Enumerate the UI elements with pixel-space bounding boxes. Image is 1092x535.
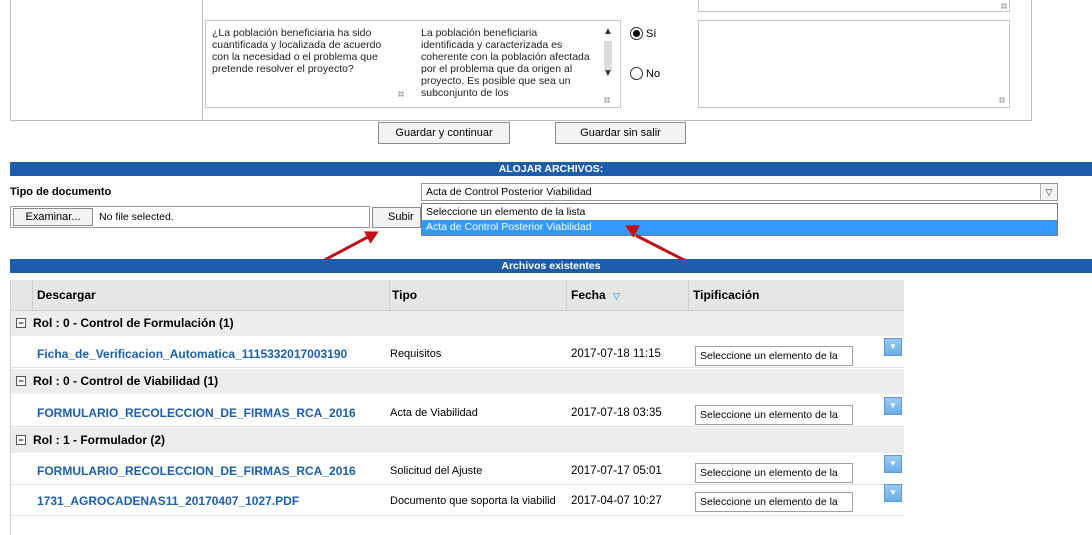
dropdown-option[interactable]: Seleccione un elemento de la lista	[422, 205, 1057, 220]
scroll-down-icon[interactable]: ▼	[601, 67, 615, 81]
previous-observation-box[interactable]	[698, 0, 1010, 12]
answer-scrollbar[interactable]: ▲ ▼	[599, 21, 620, 107]
chevron-down-icon[interactable]: ▼	[884, 397, 902, 415]
file-status: No file selected.	[99, 211, 174, 223]
doc-type-label: Tipo de documento	[10, 186, 112, 198]
question-text: ¿La población beneficiaria ha sido cuant…	[212, 27, 382, 75]
chevron-down-icon[interactable]: ▼	[884, 455, 902, 473]
group-title: Rol : 0 - Control de Formulación (1)	[33, 316, 234, 330]
browse-button[interactable]: Examinar...	[13, 208, 93, 226]
file-date: 2017-04-07 10:27	[571, 495, 662, 507]
answer-textarea[interactable]: La población beneficiaria identificada y…	[421, 27, 591, 107]
col-fecha-label: Fecha	[571, 288, 606, 302]
doc-type-dropdown[interactable]: Seleccione un elemento de la lista Acta …	[421, 203, 1058, 236]
scroll-up-icon[interactable]: ▲	[601, 25, 615, 39]
resize-grip-icon[interactable]	[398, 91, 404, 97]
grid-header: Descargar Tipo Fecha ▽ Tipificación	[11, 280, 904, 311]
radio-no[interactable]	[630, 67, 643, 80]
group-title: Rol : 0 - Control de Viabilidad (1)	[33, 374, 219, 388]
chevron-down-icon[interactable]: ▼	[884, 484, 902, 502]
chevron-down-icon[interactable]: ▼	[884, 338, 902, 356]
save-stay-button[interactable]: Guardar sin salir	[555, 122, 686, 144]
table-row: FORMULARIO_RECOLECCION_DE_FIRMAS_RCA_201…	[11, 454, 904, 485]
file-date: 2017-07-18 11:15	[571, 348, 661, 360]
col-fecha[interactable]: Fecha ▽	[569, 280, 689, 310]
dropdown-option-selected[interactable]: Acta de Control Posterior Viabilidad	[422, 220, 1057, 235]
radio-no-label: No	[646, 68, 661, 80]
file-input[interactable]: Examinar... No file selected.	[10, 206, 370, 228]
tipificacion-select[interactable]: Seleccione un elemento de la	[695, 405, 853, 425]
group-title: Rol : 1 - Formulador (2)	[33, 433, 165, 447]
radio-yes[interactable]	[630, 27, 643, 40]
question-left-column	[11, 0, 203, 121]
save-continue-button[interactable]: Guardar y continuar	[378, 122, 510, 144]
sort-desc-icon[interactable]: ▽	[613, 291, 620, 301]
file-date: 2017-07-18 03:35	[571, 407, 662, 419]
files-grid: Descargar Tipo Fecha ▽ Tipificación − Ro…	[10, 280, 904, 535]
table-row: 1731_AGROCADENAS11_20170407_1027.PDF Doc…	[11, 484, 904, 516]
files-banner: Archivos existentes	[10, 259, 1092, 273]
observation-textarea[interactable]	[698, 20, 1010, 108]
resize-grip-icon[interactable]	[1001, 3, 1007, 9]
col-descargar[interactable]: Descargar	[37, 280, 390, 310]
tipificacion-select[interactable]: Seleccione un elemento de la	[695, 346, 853, 366]
group-row[interactable]: − Rol : 0 - Control de Formulación (1)	[11, 311, 904, 336]
table-row: FORMULARIO_RECOLECCION_DE_FIRMAS_RCA_201…	[11, 395, 904, 427]
file-link[interactable]: FORMULARIO_RECOLECCION_DE_FIRMAS_RCA_201…	[37, 456, 389, 486]
file-date: 2017-07-17 05:01	[571, 465, 662, 477]
doc-type-value: Acta de Control Posterior Viabilidad	[426, 186, 592, 198]
file-type: Requisitos	[390, 348, 442, 360]
question-answer-box: ¿La población beneficiaria ha sido cuant…	[205, 20, 621, 108]
file-link[interactable]: 1731_AGROCADENAS11_20170407_1027.PDF	[37, 486, 389, 516]
upload-banner: ALOJAR ARCHIVOS:	[10, 162, 1092, 176]
group-row[interactable]: − Rol : 1 - Formulador (2)	[11, 428, 904, 453]
tipificacion-select[interactable]: Seleccione un elemento de la	[695, 492, 853, 512]
tipificacion-select[interactable]: Seleccione un elemento de la	[695, 463, 853, 483]
doc-type-select[interactable]: Acta de Control Posterior Viabilidad ▽	[421, 183, 1058, 201]
file-type: Documento que soporta la viabilid	[390, 495, 556, 507]
file-link[interactable]: FORMULARIO_RECOLECCION_DE_FIRMAS_RCA_201…	[37, 398, 389, 428]
file-type: Solicitud del Ajuste	[390, 465, 483, 477]
resize-grip-icon[interactable]	[999, 97, 1005, 103]
col-tipificacion[interactable]: Tipificación	[691, 280, 903, 310]
annotation-arrowhead-icon	[363, 225, 383, 244]
file-link[interactable]: Ficha_de_Verificacion_Automatica_1115332…	[37, 339, 389, 369]
radio-yes-label: Sí	[646, 28, 657, 40]
file-type: Acta de Viabilidad	[390, 407, 478, 419]
chevron-down-icon[interactable]: ▽	[1040, 184, 1057, 200]
resize-grip-icon[interactable]	[604, 97, 610, 103]
col-tipo[interactable]: Tipo	[390, 280, 567, 310]
upload-button[interactable]: Subir A	[372, 207, 421, 228]
collapse-icon[interactable]: −	[16, 376, 26, 386]
table-row: Ficha_de_Verificacion_Automatica_1115332…	[11, 337, 904, 368]
collapse-icon[interactable]: −	[16, 318, 26, 328]
collapse-icon[interactable]: −	[16, 435, 26, 445]
group-row[interactable]: − Rol : 0 - Control de Viabilidad (1)	[11, 369, 904, 394]
